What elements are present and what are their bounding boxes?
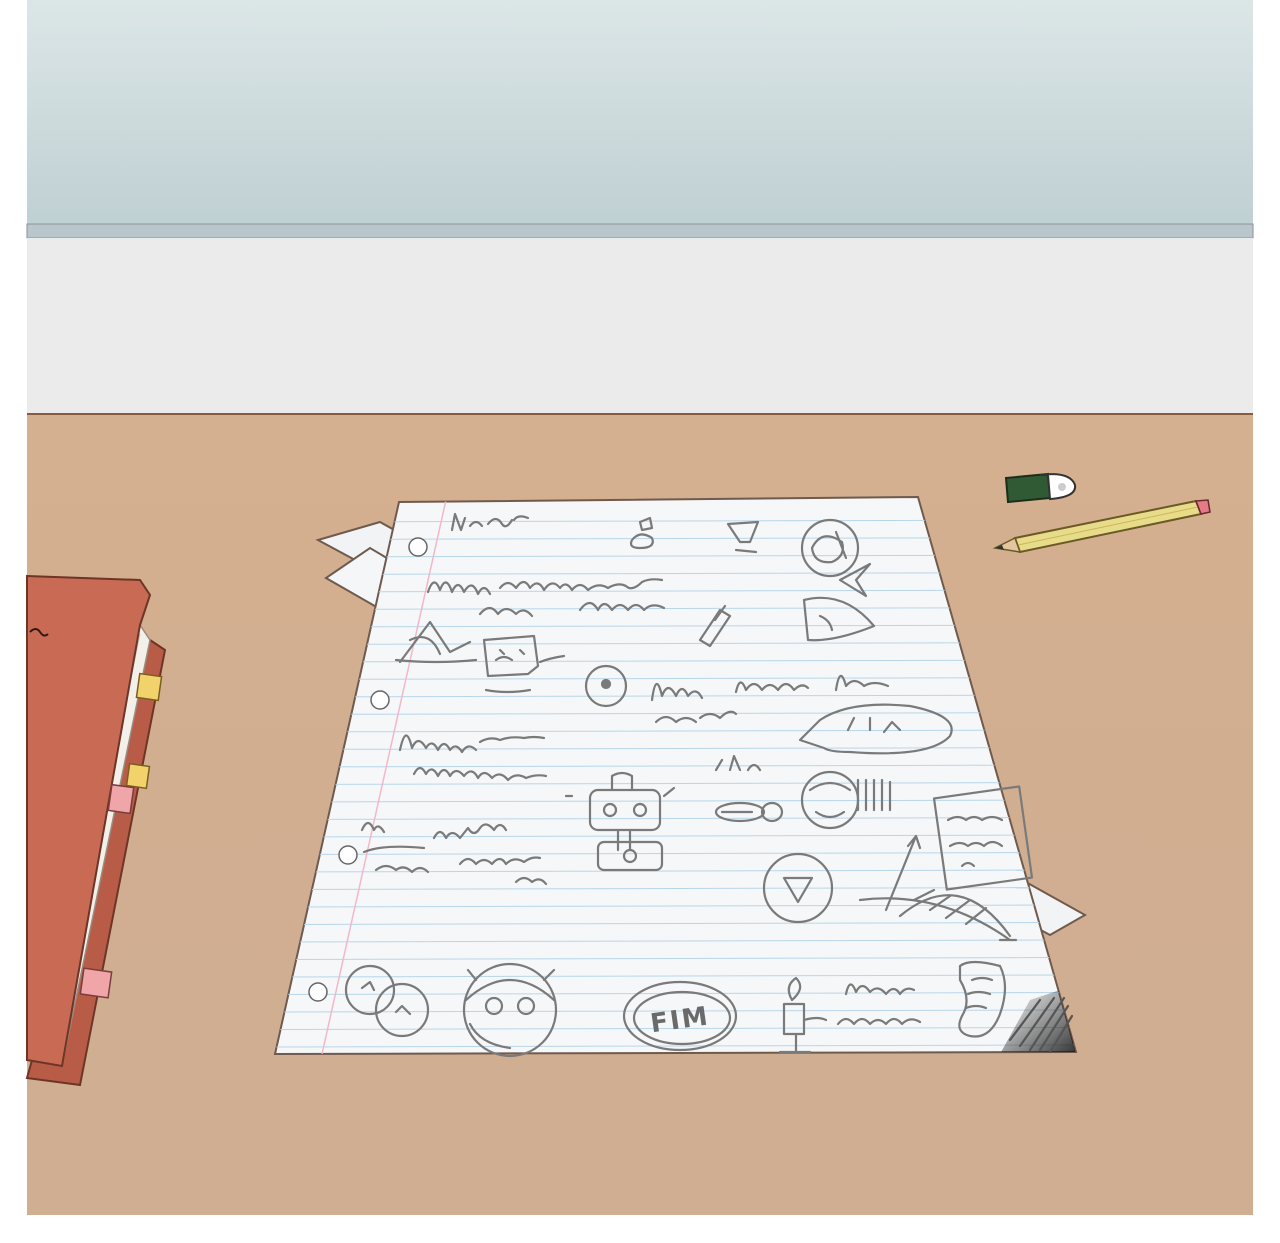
window-frame [26, 223, 1254, 239]
binder-hole [308, 982, 328, 1002]
binder-hole [408, 537, 428, 557]
desk-scene: FIM [0, 0, 1280, 1243]
binder-hole [338, 845, 358, 865]
binder-hole [370, 690, 390, 710]
tab-yellow-1 [135, 672, 163, 702]
tab-pink-2 [79, 967, 113, 999]
wall [27, 238, 1253, 414]
scene-canvas: FIM [25, 0, 1254, 1215]
tab-yellow-2 [125, 762, 151, 790]
tab-pink-1 [107, 783, 135, 815]
window-glass [27, 0, 1253, 226]
